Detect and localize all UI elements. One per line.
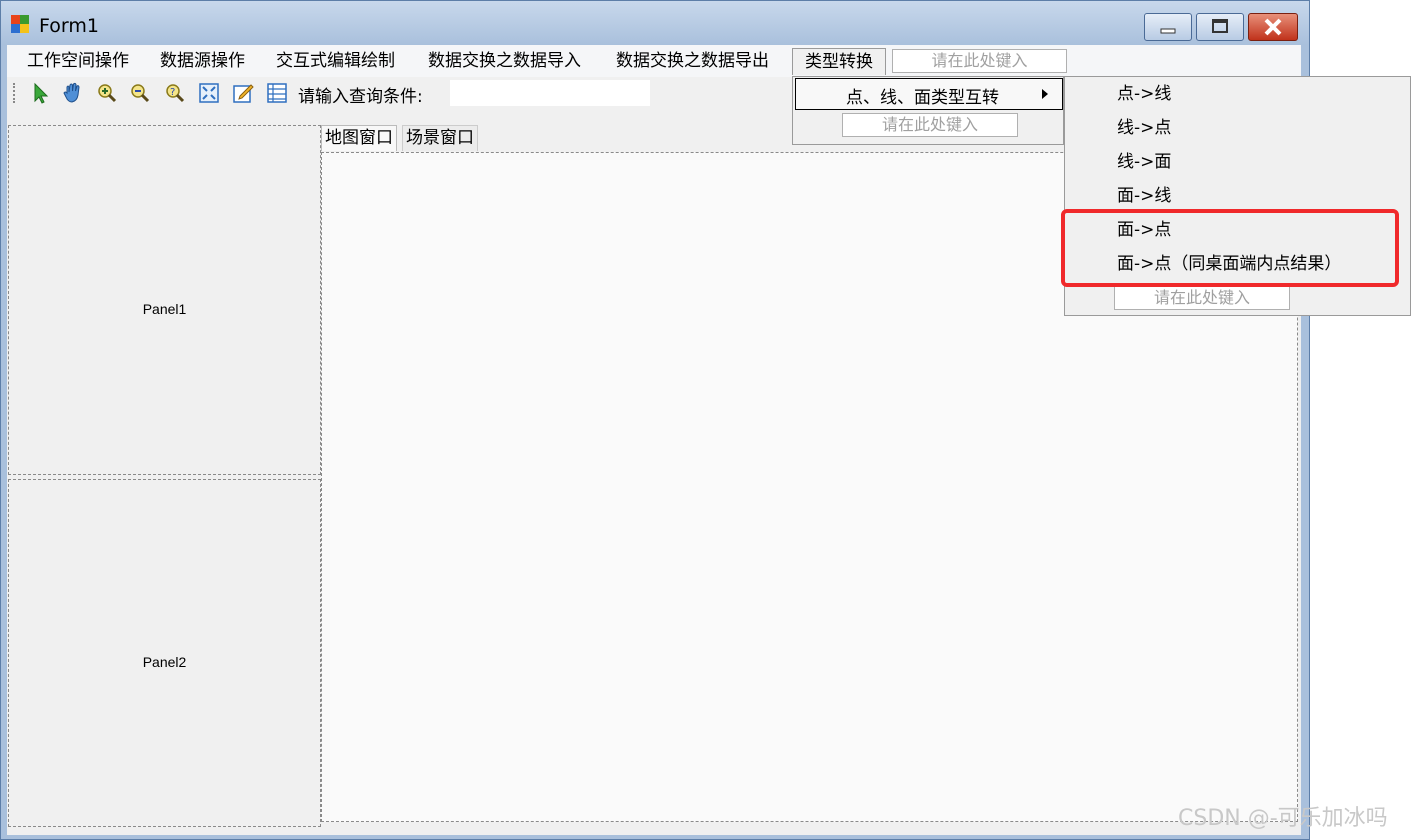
title-bar[interactable]: Form1: [1, 1, 1309, 45]
select-arrow-icon[interactable]: [29, 81, 53, 105]
menu-item-point-line-polygon-convert[interactable]: 点、线、面类型互转: [795, 78, 1063, 110]
dropdown-entry-box[interactable]: 请在此处键入: [842, 113, 1018, 137]
menu-type-convert[interactable]: 类型转换: [792, 48, 886, 75]
main-window: Form1 工作空间操作 数据源操作 交互式编辑绘制 数据交换之数据导入 数据交…: [0, 0, 1411, 840]
menu-data-export[interactable]: 数据交换之数据导出: [604, 48, 781, 75]
submenu-entry-box[interactable]: 请在此处键入: [1114, 286, 1290, 310]
identify-icon[interactable]: ?: [163, 81, 187, 105]
query-label: 请输入查询条件:: [298, 87, 423, 107]
panel2: Panel2: [8, 479, 321, 827]
toolbar-grip[interactable]: [13, 83, 16, 103]
menu-interactive-edit[interactable]: 交互式编辑绘制: [264, 48, 407, 75]
svg-text:?: ?: [170, 87, 175, 98]
tab-scene-window[interactable]: 场景窗口: [402, 125, 478, 151]
zoom-out-icon[interactable]: [128, 81, 152, 105]
minimize-button[interactable]: [1144, 13, 1192, 41]
watermark: CSDN @-可乐加冰吗: [1178, 806, 1388, 831]
menu-bar: 工作空间操作 数据源操作 交互式编辑绘制 数据交换之数据导入 数据交换之数据导出…: [7, 45, 1301, 77]
submenu-item-line-to-polygon[interactable]: 线->面: [1117, 147, 1171, 177]
type-convert-dropdown: 点、线、面类型互转 请在此处键入: [792, 76, 1064, 145]
submenu-item-line-to-point[interactable]: 线->点: [1117, 113, 1171, 143]
menu-item-label: 点、线、面类型互转: [846, 88, 999, 108]
menu-entry-box[interactable]: 请在此处键入: [892, 49, 1067, 73]
maximize-button[interactable]: [1196, 13, 1244, 41]
submenu-item-polygon-to-line[interactable]: 面->线: [1117, 181, 1171, 211]
menu-datasource[interactable]: 数据源操作: [148, 48, 257, 75]
panel1: Panel1: [8, 125, 321, 475]
panel1-label: Panel1: [142, 301, 187, 317]
attribute-table-icon[interactable]: [265, 81, 289, 105]
maximize-icon: [1212, 19, 1228, 33]
submenu-arrow-icon: [1042, 89, 1048, 99]
full-extent-icon[interactable]: [197, 81, 221, 105]
zoom-in-icon[interactable]: [95, 81, 119, 105]
tab-map-window[interactable]: 地图窗口: [321, 125, 397, 151]
window-title: Form1: [39, 15, 99, 37]
highlight-box: [1061, 209, 1399, 287]
edit-icon[interactable]: [231, 81, 255, 105]
query-input[interactable]: [450, 80, 650, 106]
close-button[interactable]: [1248, 13, 1298, 41]
submenu-item-point-to-line[interactable]: 点->线: [1117, 79, 1171, 109]
close-icon: [1264, 18, 1282, 36]
minimize-icon: [1160, 28, 1176, 34]
menu-data-import[interactable]: 数据交换之数据导入: [416, 48, 593, 75]
menu-workspace[interactable]: 工作空间操作: [15, 48, 141, 75]
panel2-label: Panel2: [142, 654, 187, 670]
pan-hand-icon[interactable]: [61, 81, 85, 105]
app-icon: [11, 15, 33, 33]
